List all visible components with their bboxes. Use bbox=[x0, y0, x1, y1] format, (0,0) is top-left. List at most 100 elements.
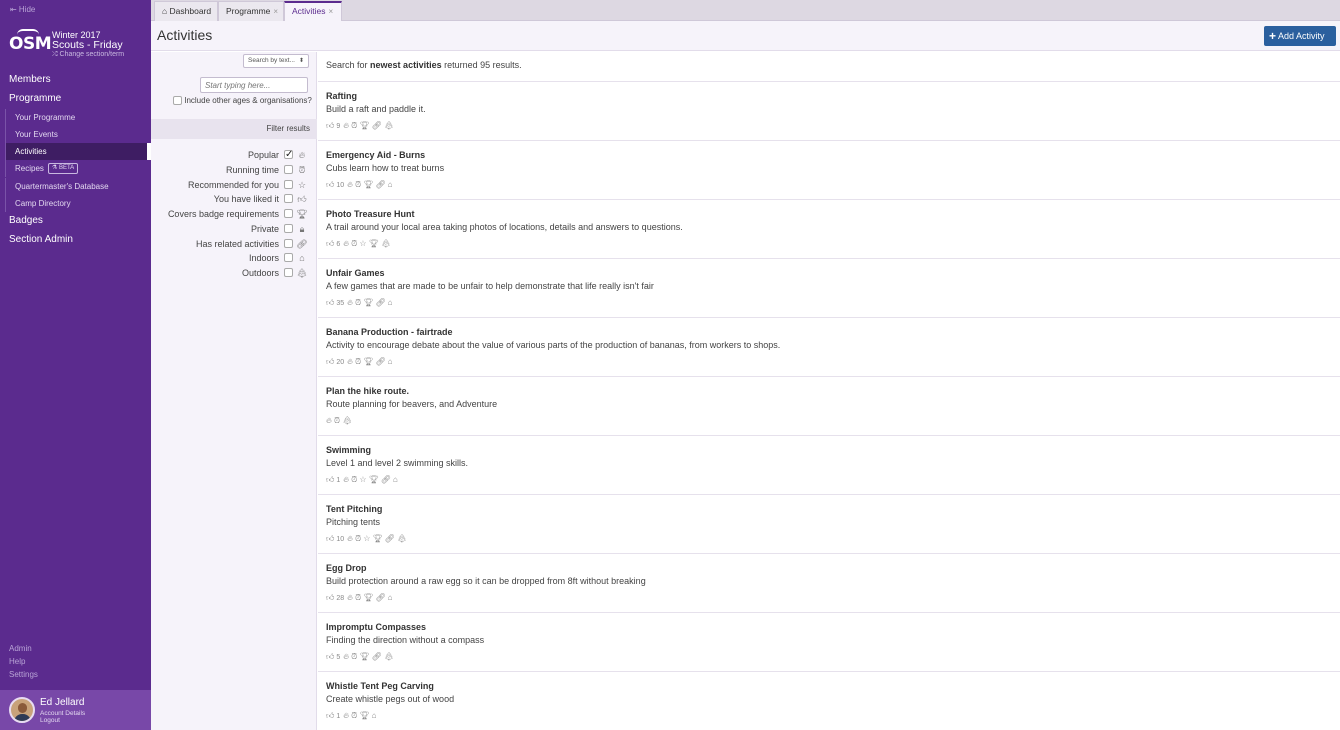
nav-section-admin[interactable]: Section Admin bbox=[9, 234, 73, 245]
filter-label: Covers badge requirements bbox=[167, 209, 279, 219]
filter-row[interactable]: Outdoors 🌲︎ bbox=[151, 266, 311, 280]
like-count: 10 bbox=[336, 536, 345, 543]
filter-checkbox[interactable] bbox=[284, 238, 293, 248]
filter-checkbox[interactable] bbox=[284, 179, 293, 189]
activity-feature-icon: 🌲︎ bbox=[342, 416, 353, 425]
activity-row[interactable]: Plan the hike route. Route planning for b… bbox=[318, 376, 1340, 435]
activity-feature-icon: 🏆︎ bbox=[359, 121, 370, 130]
footer-admin-link[interactable]: Admin bbox=[9, 644, 32, 653]
activity-feature-icon: ☆ bbox=[359, 475, 367, 484]
activity-row[interactable]: Egg Drop Build protection around a raw eg… bbox=[318, 553, 1340, 612]
filter-row[interactable]: Has related activities 🔗︎ bbox=[151, 237, 311, 251]
activity-description: Level 1 and level 2 swimming skills. bbox=[326, 458, 469, 468]
filter-panel: Search by text... ⬍ Include other ages &… bbox=[151, 52, 317, 730]
activity-row[interactable]: Unfair Games A few games that are made to… bbox=[318, 258, 1340, 317]
filter-row[interactable]: You have liked it 👍︎ bbox=[151, 192, 311, 206]
avatar[interactable] bbox=[9, 697, 35, 723]
activity-description: Cubs learn how to treat burns bbox=[326, 163, 445, 173]
change-section-link[interactable]: ⤮ Change section/term bbox=[52, 51, 124, 59]
filter-checkbox[interactable] bbox=[284, 194, 293, 204]
activity-description: Create whistle pegs out of wood bbox=[326, 694, 455, 704]
add-activity-button[interactable]: + Add Activity bbox=[1264, 26, 1336, 46]
osm-logo[interactable]: OSM bbox=[9, 29, 52, 57]
activity-row[interactable]: Impromptu Compasses Finding the direction… bbox=[318, 612, 1340, 671]
nav-recipes[interactable]: Recipes ⚗ BETA bbox=[5, 160, 151, 177]
activity-title[interactable]: Emergency Aid - Burns bbox=[326, 150, 425, 160]
home-icon: ⌂ bbox=[162, 6, 168, 16]
tab-dashboard[interactable]: ⌂ Dashboard bbox=[154, 1, 218, 21]
filter-checkbox[interactable] bbox=[284, 148, 293, 162]
nav-programme[interactable]: Programme bbox=[9, 93, 61, 104]
close-icon[interactable]: × bbox=[273, 7, 278, 16]
thumbs-up-icon: 👍︎ bbox=[326, 652, 335, 661]
filter-row[interactable]: Running time ⏰︎ bbox=[151, 163, 311, 177]
activity-feature-icon: ⌂ bbox=[387, 593, 393, 602]
search-input[interactable] bbox=[200, 77, 308, 93]
activity-title[interactable]: Unfair Games bbox=[326, 268, 385, 278]
nav-your-events[interactable]: Your Events bbox=[5, 126, 151, 143]
nav-recipes-label: Recipes bbox=[15, 164, 44, 173]
filter-heading: Filter results bbox=[151, 119, 317, 139]
activity-row[interactable]: Photo Treasure Hunt A trail around your l… bbox=[318, 199, 1340, 258]
activity-title[interactable]: Swimming bbox=[326, 445, 371, 455]
filter-icon: ⏰︎ bbox=[298, 164, 306, 175]
include-other-option[interactable]: Include other ages & organisations? bbox=[173, 96, 312, 106]
activity-feature-icon: ☆ bbox=[363, 534, 371, 543]
activity-icons: 👍︎ 1 🔥︎ ⏰︎ ☆ 🏆︎ 🔗︎ ⌂ bbox=[326, 475, 400, 485]
thumbs-up-icon: 👍︎ bbox=[326, 121, 335, 130]
include-other-checkbox[interactable] bbox=[173, 96, 182, 106]
filter-checkbox[interactable] bbox=[284, 268, 293, 277]
activity-title[interactable]: Tent Pitching bbox=[326, 504, 382, 514]
hide-sidebar-link[interactable]: ⇤ Hide bbox=[10, 5, 35, 14]
filter-checkbox[interactable] bbox=[284, 253, 293, 263]
filter-checkbox[interactable] bbox=[284, 209, 293, 218]
activity-row[interactable]: Tent Pitching Pitching tents 👍︎ 10 🔥︎ ⏰︎ ☆ 🏆︎ 🔗︎… bbox=[318, 494, 1340, 553]
footer-settings-link[interactable]: Settings bbox=[9, 670, 38, 679]
activity-title[interactable]: Egg Drop bbox=[326, 563, 367, 573]
like-count: 5 bbox=[336, 654, 341, 661]
activity-description: Build a raft and paddle it. bbox=[326, 104, 426, 114]
activity-row[interactable]: Rafting Build a raft and paddle it. 👍︎ 9 🔥︎ ⏰… bbox=[318, 81, 1340, 140]
filter-row[interactable]: Indoors ⌂ bbox=[151, 251, 311, 265]
account-details-link[interactable]: Account Details bbox=[40, 710, 85, 717]
filter-row[interactable]: Covers badge requirements 🏆︎ bbox=[151, 207, 311, 221]
nav-camp-directory[interactable]: Camp Directory bbox=[5, 195, 151, 212]
activity-icons: 🔥︎ ⏰︎ 🌲︎ bbox=[326, 416, 354, 426]
filter-icon: 🔒︎ bbox=[299, 223, 305, 234]
activity-title[interactable]: Rafting bbox=[326, 91, 357, 101]
filter-checkbox[interactable] bbox=[284, 164, 293, 174]
activity-icons: 👍︎ 28 🔥︎ ⏰︎ 🏆︎ 🔗︎ ⌂ bbox=[326, 593, 394, 603]
nav-badges[interactable]: Badges bbox=[9, 215, 43, 226]
activity-feature-icon: 🔥︎ bbox=[347, 180, 354, 189]
activity-title[interactable]: Impromptu Compasses bbox=[326, 622, 426, 632]
activity-row[interactable]: Swimming Level 1 and level 2 swimming ski… bbox=[318, 435, 1340, 494]
filter-row[interactable]: Private 🔒︎ bbox=[151, 222, 311, 236]
tab-activities[interactable]: Activities × bbox=[284, 1, 342, 22]
activity-title[interactable]: Banana Production - fairtrade bbox=[326, 327, 453, 337]
nav-members[interactable]: Members bbox=[9, 74, 51, 85]
activity-title[interactable]: Photo Treasure Hunt bbox=[326, 209, 415, 219]
logout-link[interactable]: Logout bbox=[40, 717, 60, 724]
activity-row[interactable]: Banana Production - fairtrade Activity to… bbox=[318, 317, 1340, 376]
tab-programme[interactable]: Programme × bbox=[218, 1, 284, 21]
filter-row[interactable]: Recommended for you ☆ bbox=[151, 178, 311, 192]
select-caret-icon: ⬍ bbox=[298, 58, 304, 64]
close-icon[interactable]: × bbox=[329, 7, 334, 16]
activity-title[interactable]: Plan the hike route. bbox=[326, 386, 409, 396]
activity-feature-icon: 🔥︎ bbox=[343, 652, 350, 661]
activity-row[interactable]: Emergency Aid - Burns Cubs learn how to t… bbox=[318, 140, 1340, 199]
filter-checkbox[interactable] bbox=[284, 223, 293, 233]
activity-icons: 👍︎ 9 🔥︎ ⏰︎ 🏆︎ 🔗︎ 🌲︎ bbox=[326, 121, 396, 131]
activity-description: Activity to encourage debate about the v… bbox=[326, 340, 781, 350]
activity-title[interactable]: Whistle Tent Peg Carving bbox=[326, 681, 434, 691]
activity-feature-icon: 🏆︎ bbox=[359, 652, 370, 661]
activity-row[interactable]: Whistle Tent Peg Carving Create whistle p… bbox=[318, 671, 1340, 730]
activity-feature-icon: 🌲︎ bbox=[383, 121, 394, 130]
filter-row[interactable]: Popular 🔥︎ bbox=[151, 148, 311, 162]
search-mode-select[interactable]: Search by text... ⬍ bbox=[243, 54, 309, 68]
footer-help-link[interactable]: Help bbox=[9, 657, 25, 666]
nav-activities[interactable]: Activities bbox=[5, 143, 151, 160]
nav-your-programme[interactable]: Your Programme bbox=[5, 109, 151, 126]
include-other-label: Include other ages & organisations? bbox=[184, 96, 312, 105]
nav-quartermaster[interactable]: Quartermaster's Database bbox=[5, 178, 151, 195]
